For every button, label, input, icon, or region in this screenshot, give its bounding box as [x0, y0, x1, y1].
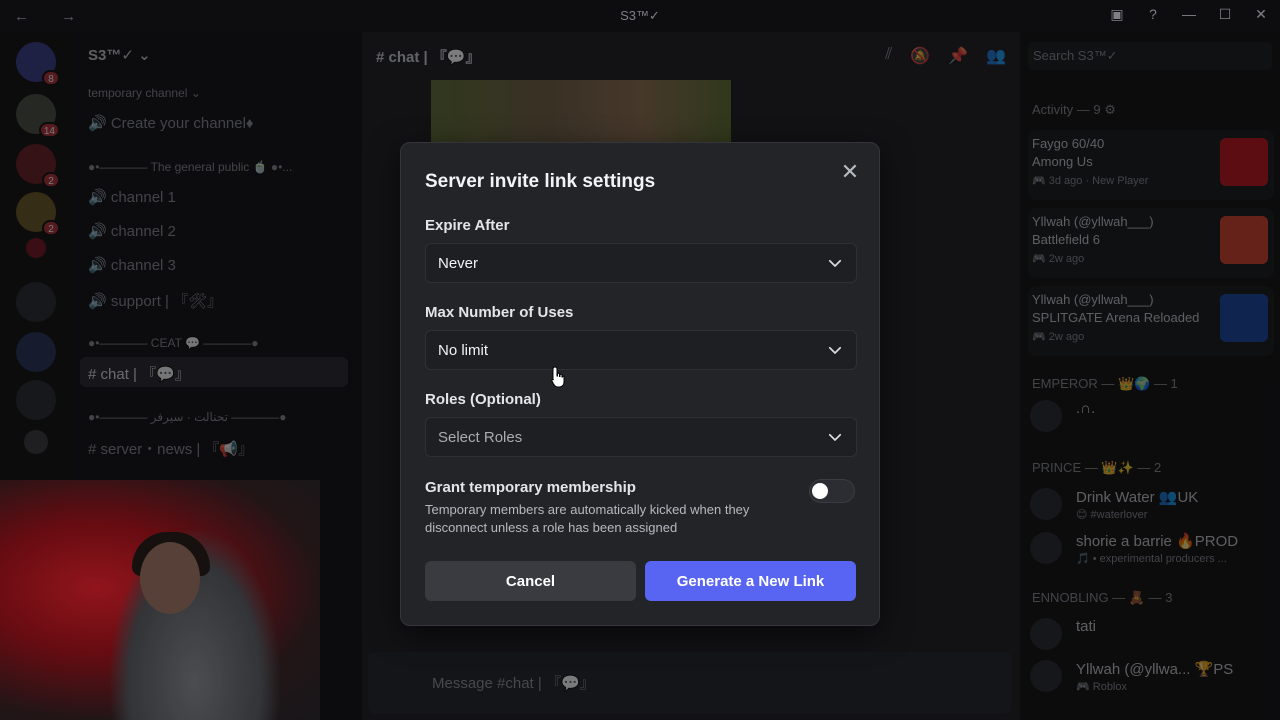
expire-label: Expire After [425, 217, 510, 234]
cancel-button[interactable]: Cancel [425, 561, 636, 601]
toggle-knob [812, 483, 828, 499]
max-uses-value: No limit [438, 341, 489, 359]
close-icon[interactable]: ✕ [839, 161, 861, 183]
grant-membership-help: Temporary members are automatically kick… [425, 502, 750, 535]
invite-settings-modal: Server invite link settings ✕ Expire Aft… [400, 142, 880, 626]
expire-select[interactable]: Never [425, 243, 857, 283]
max-uses-select[interactable]: No limit [425, 330, 857, 370]
modal-title: Server invite link settings [425, 171, 656, 192]
grant-membership-label: Grant temporary membership [425, 479, 636, 496]
max-uses-label: Max Number of Uses [425, 304, 574, 321]
grant-membership-toggle[interactable] [809, 479, 855, 503]
chevron-down-icon [828, 346, 842, 354]
chevron-down-icon [828, 433, 842, 441]
mouse-cursor-icon [551, 366, 565, 388]
roles-placeholder: Select Roles [438, 428, 523, 446]
expire-value: Never [438, 254, 479, 272]
generate-link-button[interactable]: Generate a New Link [645, 561, 856, 601]
roles-label: Roles (Optional) [425, 391, 541, 408]
chevron-down-icon [828, 259, 842, 267]
roles-select[interactable]: Select Roles [425, 417, 857, 457]
